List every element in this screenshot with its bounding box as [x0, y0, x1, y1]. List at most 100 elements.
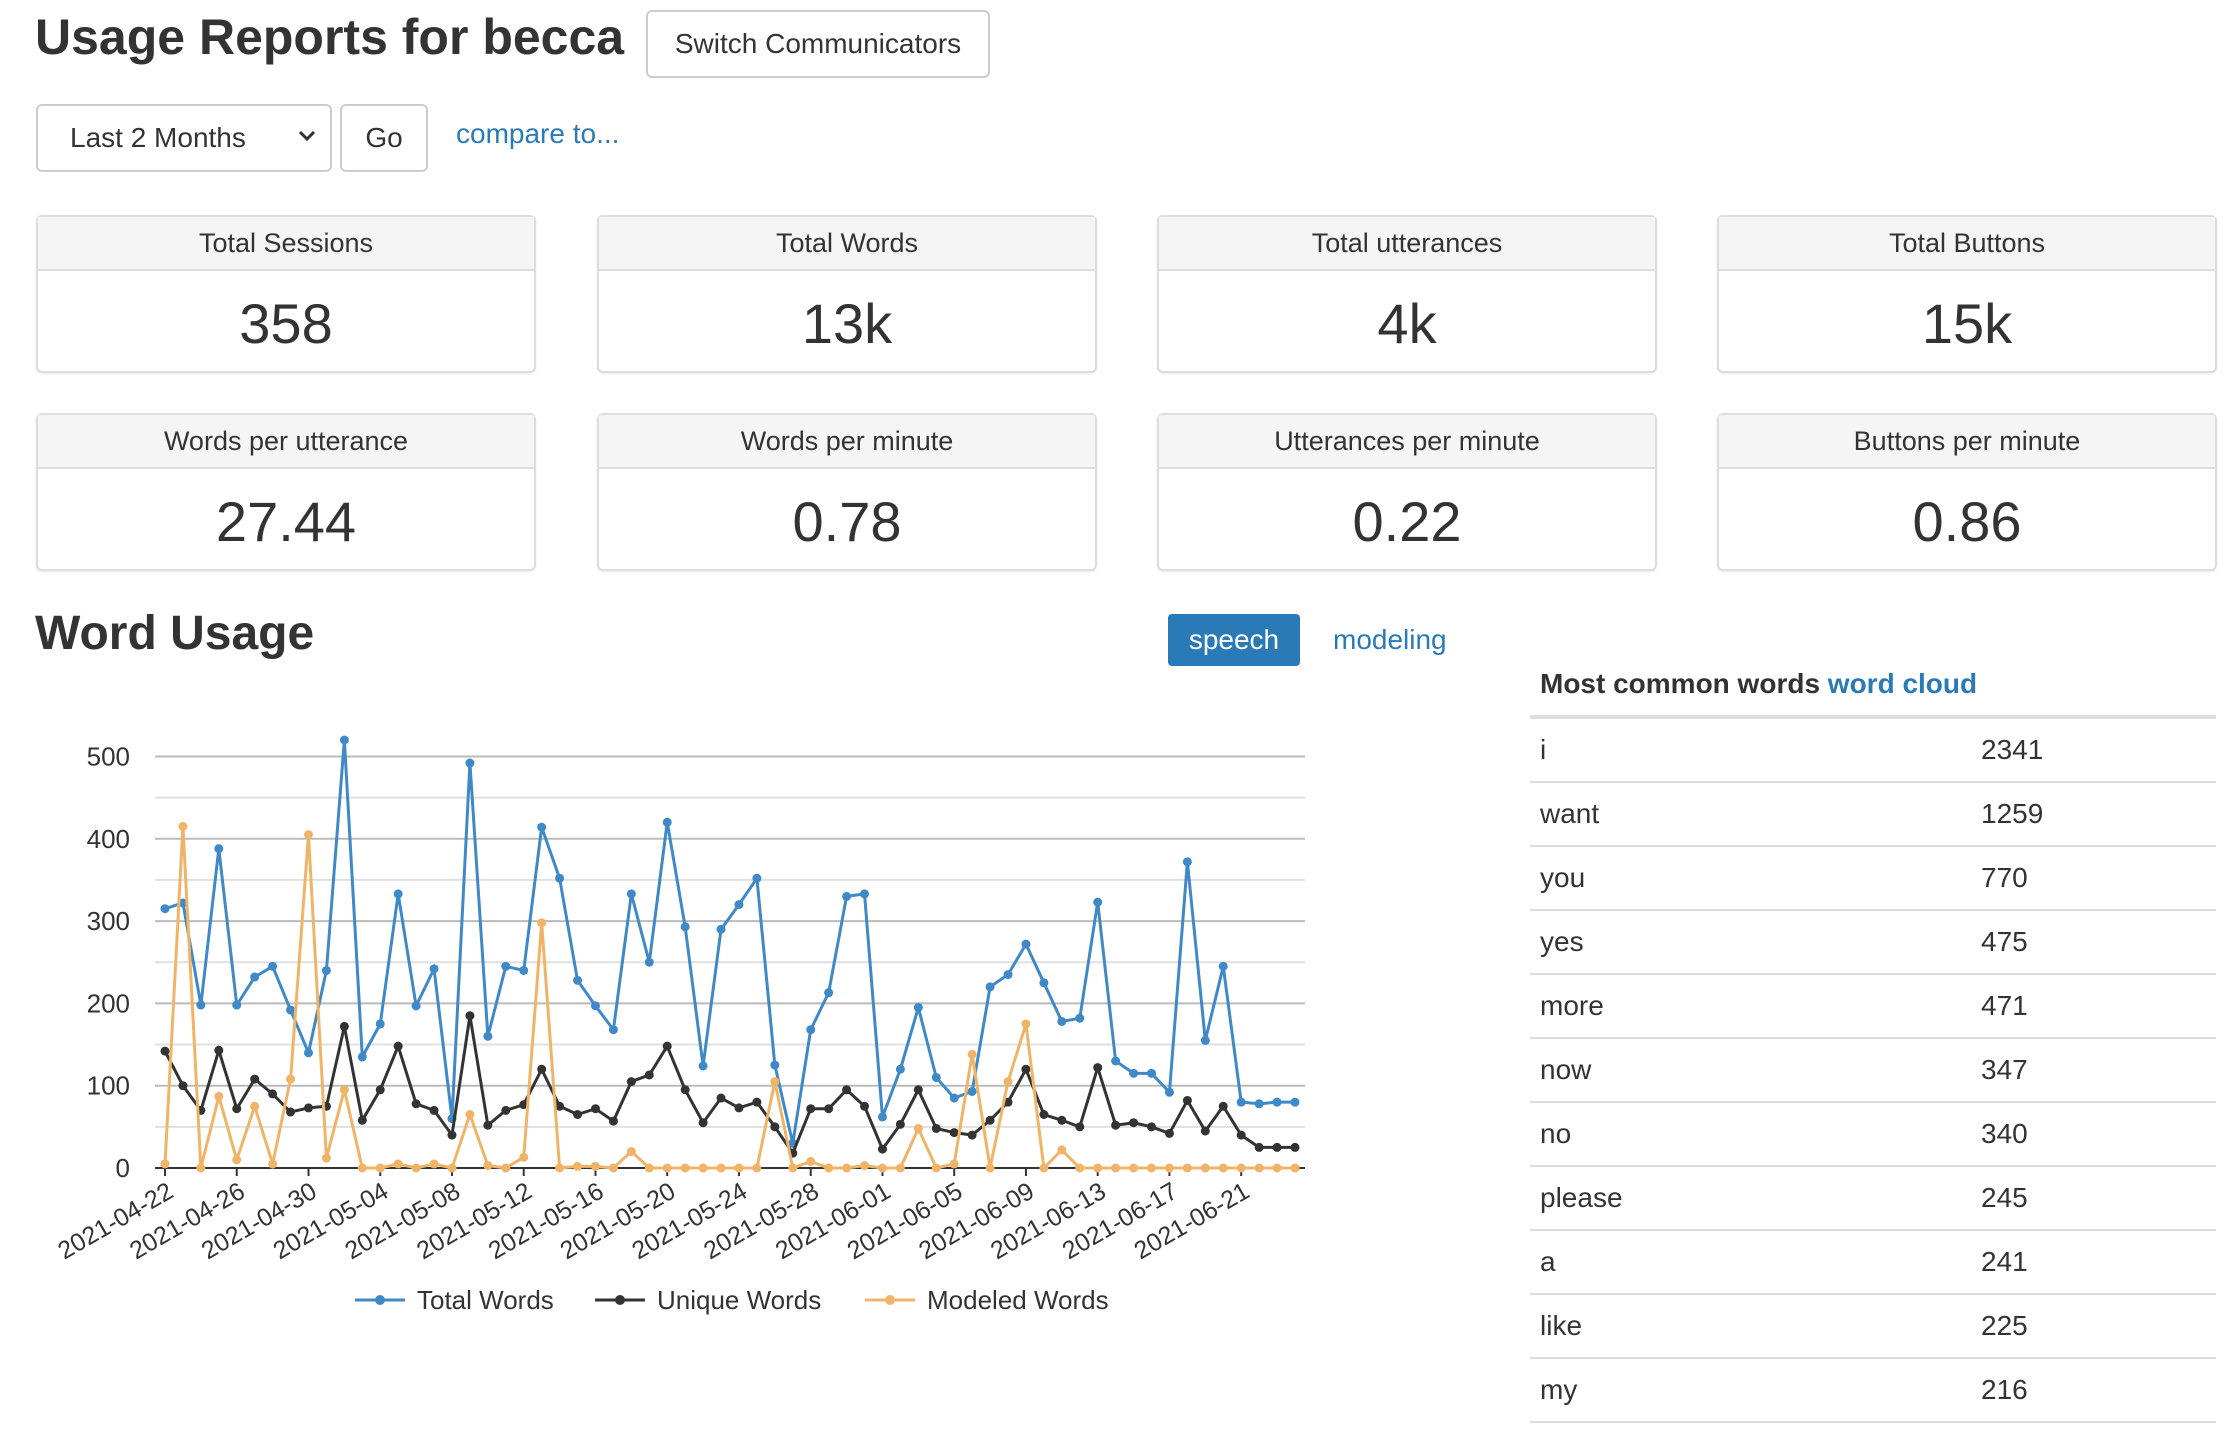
y-tick-label: 100	[87, 1071, 130, 1101]
data-point	[286, 1074, 296, 1084]
data-point	[1093, 897, 1103, 907]
stat-value: 0.78	[792, 489, 902, 553]
data-point	[1057, 1115, 1067, 1125]
data-point	[519, 1152, 529, 1162]
data-point	[178, 1081, 188, 1091]
data-point	[303, 1103, 313, 1113]
data-point	[465, 1011, 475, 1021]
data-point	[680, 1085, 690, 1095]
switch-communicators-button[interactable]: Switch Communicators	[646, 10, 990, 78]
table-row: yes 475	[1530, 911, 2216, 975]
data-point	[357, 1163, 367, 1173]
data-point	[1200, 1126, 1210, 1136]
data-point	[698, 1118, 708, 1128]
y-tick-label: 200	[87, 988, 130, 1018]
data-point	[1200, 1035, 1210, 1045]
data-point	[770, 1077, 780, 1087]
data-point	[1021, 1064, 1031, 1074]
word-cell: want	[1540, 798, 1600, 829]
common-words-table: i 2341 want 1259 you 770 yes 475 more 471 now 347 no…	[1530, 715, 2216, 1423]
data-point	[1021, 1019, 1031, 1029]
stat-value: 4k	[1377, 291, 1437, 355]
data-point	[321, 1153, 331, 1163]
word-cell: like	[1540, 1310, 1583, 1341]
count-cell: 471	[1981, 990, 2028, 1021]
stat-label: Utterances per minute	[1159, 415, 1655, 469]
table-row: please 245	[1530, 1167, 2216, 1231]
data-point	[967, 1086, 977, 1096]
data-point	[590, 1161, 600, 1171]
stat-label: Total Words	[599, 217, 1095, 271]
data-point	[483, 1161, 493, 1171]
data-point	[375, 1019, 385, 1029]
modeling-toggle-link[interactable]: modeling	[1333, 624, 1447, 656]
data-point	[375, 1163, 385, 1173]
word-cell: more	[1540, 990, 1604, 1021]
series-line-0	[164, 739, 1295, 1144]
data-point	[447, 1130, 457, 1140]
data-point	[1236, 1130, 1246, 1140]
word-cloud-link[interactable]: word cloud	[1828, 668, 1977, 699]
data-point	[1164, 1128, 1174, 1138]
data-point	[860, 1161, 870, 1171]
stat-value: 0.86	[1912, 489, 2022, 553]
data-point	[519, 965, 529, 975]
data-point	[985, 1163, 995, 1173]
table-row: you 770	[1530, 847, 2216, 911]
data-point	[1200, 1163, 1210, 1173]
count-cell: 245	[1981, 1182, 2028, 1213]
common-words-heading: Most common words word cloud	[1540, 668, 1977, 700]
chevron-down-icon	[296, 124, 318, 153]
data-point	[555, 873, 565, 883]
legend-marker	[885, 1295, 895, 1305]
data-point	[1057, 1016, 1067, 1026]
speech-toggle-button[interactable]: speech	[1168, 614, 1300, 666]
data-point	[716, 924, 726, 934]
data-point	[465, 758, 475, 768]
stat-card-total-utterances: Total utterances 4k	[1157, 215, 1657, 373]
data-point	[1093, 1163, 1103, 1173]
data-point	[1147, 1163, 1157, 1173]
data-point	[1111, 1163, 1121, 1173]
data-point	[339, 735, 349, 745]
date-range-select[interactable]: Last 2 Months	[36, 104, 332, 172]
data-point	[1021, 939, 1031, 949]
data-point	[1129, 1068, 1139, 1078]
count-cell: 340	[1981, 1118, 2028, 1149]
data-point	[1075, 1122, 1085, 1132]
data-point	[644, 1163, 654, 1173]
compare-to-link[interactable]: compare to...	[456, 118, 619, 150]
count-cell: 241	[1981, 1246, 2028, 1277]
data-point	[752, 873, 762, 883]
data-point	[1272, 1163, 1282, 1173]
data-point	[824, 1104, 834, 1114]
data-point	[268, 1089, 278, 1099]
data-point	[339, 1085, 349, 1095]
data-point	[716, 1093, 726, 1103]
data-point	[160, 1159, 170, 1169]
word-usage-chart: 01002003004005002021-04-222021-04-262021…	[53, 735, 1305, 1315]
y-tick-label: 300	[87, 906, 130, 936]
stat-label: Words per minute	[599, 415, 1095, 469]
data-point	[644, 1070, 654, 1080]
data-point	[393, 889, 403, 899]
stat-label: Words per utterance	[38, 415, 534, 469]
data-point	[698, 1163, 708, 1173]
stat-card-total-buttons: Total Buttons 15k	[1717, 215, 2217, 373]
count-cell: 216	[1981, 1374, 2028, 1405]
stat-card-buttons-per-minute: Buttons per minute 0.86	[1717, 413, 2217, 571]
go-button[interactable]: Go	[340, 104, 428, 172]
count-cell: 347	[1981, 1054, 2028, 1085]
data-point	[303, 830, 313, 840]
date-range-value: Last 2 Months	[70, 122, 246, 153]
data-point	[1093, 1063, 1103, 1073]
word-usage-title: Word Usage	[35, 607, 315, 660]
data-point	[303, 1048, 313, 1058]
y-tick-label: 400	[87, 824, 130, 854]
data-point	[375, 1085, 385, 1095]
data-point	[573, 1161, 583, 1171]
stat-label: Total Buttons	[1719, 217, 2215, 271]
data-point	[501, 961, 511, 971]
table-row: i 2341	[1530, 719, 2216, 783]
data-point	[967, 1130, 977, 1140]
